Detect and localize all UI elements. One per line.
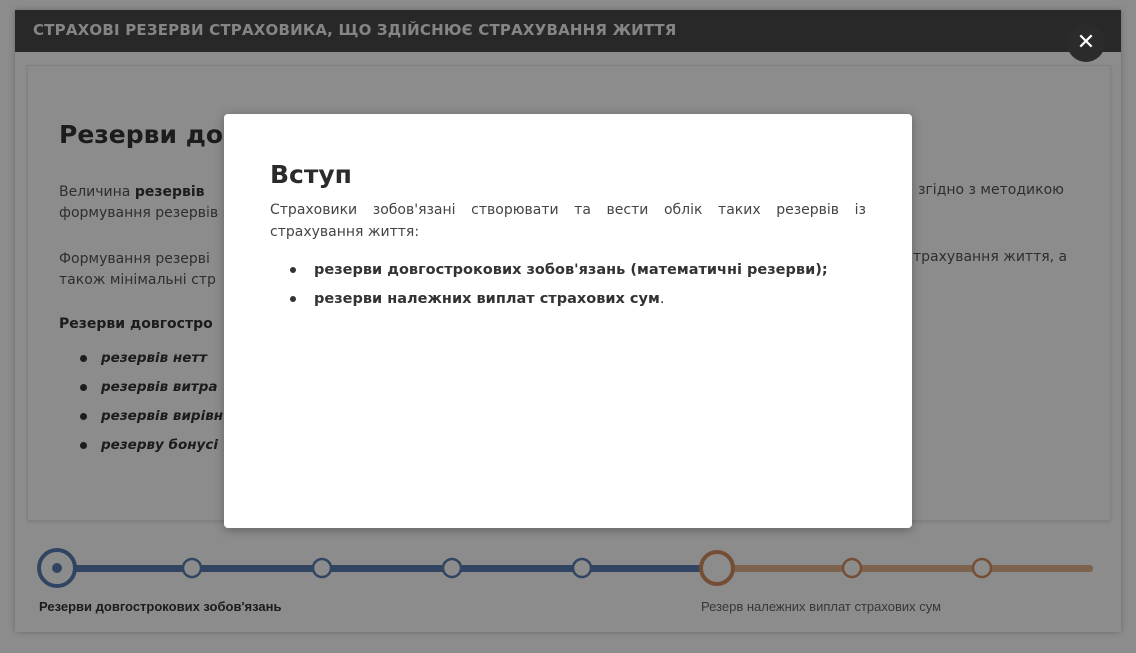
modal-list: резерви довгострокових зобов'язань (мате… — [290, 262, 828, 320]
bullet-icon — [290, 267, 296, 273]
list-item: резерви довгострокових зобов'язань (мате… — [290, 262, 828, 291]
list-item: резерви належних виплат страхових сум. — [290, 291, 828, 320]
bullet-icon — [290, 296, 296, 302]
intro-modal: Вступ Страховики зобов'язані створювати … — [224, 114, 912, 528]
modal-intro: Страховики зобов'язані створювати та вес… — [270, 202, 866, 240]
modal-title: Вступ — [270, 160, 352, 189]
close-button[interactable]: ✕ — [1067, 24, 1105, 62]
